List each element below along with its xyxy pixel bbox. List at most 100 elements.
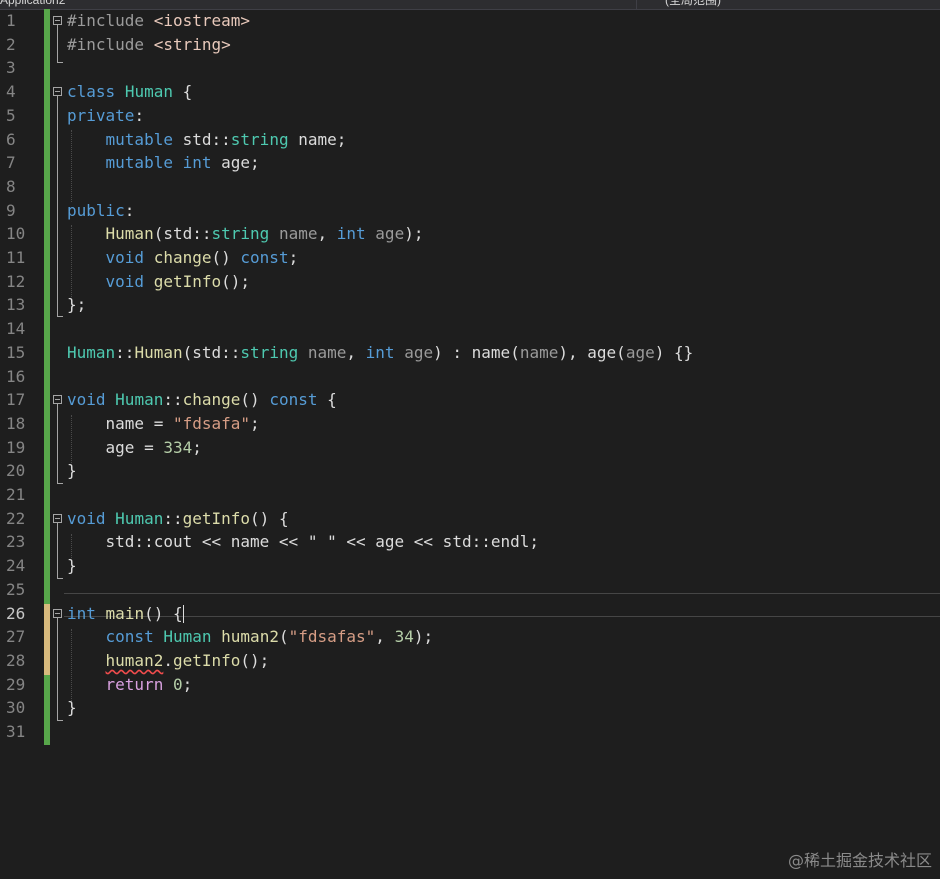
code-line[interactable]: 2 #include <string> xyxy=(0,33,940,57)
code-line[interactable]: 23 std::cout << name << " " << age << st… xyxy=(0,530,940,554)
token: void xyxy=(105,248,145,267)
token: change xyxy=(182,390,241,410)
token: void xyxy=(67,390,106,410)
token: string xyxy=(211,224,270,244)
code-line[interactable]: 24 } xyxy=(0,554,940,578)
line-number: 1 xyxy=(6,11,16,30)
code-line[interactable]: 8 xyxy=(0,175,940,199)
code-line[interactable]: 13 }; xyxy=(0,293,940,317)
code-line[interactable]: 12 void getInfo(); xyxy=(0,270,940,294)
code-line[interactable]: 6 mutable std::string name; xyxy=(0,128,940,152)
token: = xyxy=(144,413,173,433)
token: const xyxy=(105,627,154,647)
code-text: void getInfo(); xyxy=(67,270,251,294)
token: string xyxy=(240,342,299,362)
token: Human xyxy=(134,342,183,362)
token: } xyxy=(67,461,77,481)
token: :: xyxy=(163,390,183,410)
code-line[interactable]: 14 xyxy=(0,317,940,341)
code-line[interactable]: 15 Human::Human(std::string name, int ag… xyxy=(0,341,940,365)
code-line[interactable]: 18 name = "fdsafa"; xyxy=(0,412,940,436)
line-number: 11 xyxy=(6,248,26,267)
code-text: std::cout << name << " " << age << std::… xyxy=(67,530,539,554)
code-line[interactable]: 25 xyxy=(0,578,940,602)
line-number: 31 xyxy=(6,722,26,741)
token: getInfo xyxy=(182,508,251,528)
token: mutable xyxy=(105,153,173,173)
code-line[interactable]: 20 } xyxy=(0,459,940,483)
line-number: 30 xyxy=(6,698,26,718)
line-number: 26 xyxy=(6,603,26,623)
token: ( xyxy=(278,627,289,647)
line-number: 6 xyxy=(6,129,16,149)
code-line[interactable]: 9 public: xyxy=(0,199,940,223)
line-number: 2 xyxy=(6,34,16,54)
code-text: } xyxy=(67,696,77,720)
token: Human xyxy=(115,390,164,410)
code-editor[interactable]: 1 #include <iostream> 2 #include <string… xyxy=(0,9,940,879)
code-line[interactable]: 17 void Human::change() const { xyxy=(0,388,940,412)
token: ( xyxy=(182,342,193,362)
code-line[interactable]: 1 #include <iostream> xyxy=(0,9,940,33)
text-cursor xyxy=(182,605,184,623)
token: std::cout << name << " " << age << std::… xyxy=(105,532,540,552)
line-number: 5 xyxy=(6,105,16,125)
line-number: 13 xyxy=(6,295,26,315)
line-number: 23 xyxy=(6,532,26,552)
token: ) xyxy=(654,342,665,362)
token: name; xyxy=(298,129,347,149)
token: age xyxy=(105,437,135,457)
line-number: 19 xyxy=(6,437,26,457)
token: void xyxy=(105,271,145,291)
code-line[interactable]: 28 human2.getInfo(); xyxy=(0,649,940,673)
file-tab[interactable]: Application2 xyxy=(0,0,65,9)
token: return xyxy=(105,674,164,694)
code-text: void Human::change() const { xyxy=(67,388,337,412)
code-text: const Human human2("fdsafas", 34); xyxy=(67,625,434,649)
line-number: 7 xyxy=(6,153,16,173)
token: std:: xyxy=(163,224,212,244)
token: age; xyxy=(221,153,260,173)
line-number: 12 xyxy=(6,271,26,291)
code-line[interactable]: 27 const Human human2("fdsafas", 34); xyxy=(0,625,940,649)
token: #include xyxy=(67,11,145,30)
line-number: 27 xyxy=(6,627,26,647)
code-line[interactable]: 5 private: xyxy=(0,104,940,128)
code-line[interactable]: 4 class Human { xyxy=(0,80,940,104)
token: = xyxy=(134,437,164,457)
token: ; xyxy=(192,437,202,457)
code-line[interactable]: 16 xyxy=(0,365,940,389)
token: #include xyxy=(67,34,145,54)
code-line[interactable]: 29 return 0; xyxy=(0,673,940,697)
scope-dropdown[interactable]: (全局范围) xyxy=(636,0,940,9)
token: age xyxy=(375,224,405,244)
code-text: age = 334; xyxy=(67,436,202,460)
token: (); xyxy=(240,650,270,670)
error-squiggle-token[interactable]: human2 xyxy=(106,651,164,670)
code-text: name = "fdsafa"; xyxy=(67,412,260,436)
code-line[interactable]: 11 void change() const; xyxy=(0,246,940,270)
code-line[interactable]: 31 xyxy=(0,720,940,744)
token: int xyxy=(67,603,96,623)
watermark: @稀土掘金技术社区 xyxy=(787,851,932,870)
token: ( xyxy=(153,224,164,244)
token: main xyxy=(105,603,145,623)
token: { xyxy=(278,508,289,528)
code-line[interactable]: 30 } xyxy=(0,696,940,720)
code-line[interactable]: 10 Human(std::string name, int age); xyxy=(0,222,940,246)
code-text: } xyxy=(67,554,77,578)
token: age xyxy=(587,342,617,362)
code-line[interactable]: 7 mutable int age; xyxy=(0,151,940,175)
token: ; xyxy=(288,248,299,267)
token: name xyxy=(519,342,559,362)
token: age xyxy=(404,342,434,362)
token: { xyxy=(172,603,183,623)
code-text: public: xyxy=(67,199,134,223)
code-line[interactable]: 21 xyxy=(0,483,940,507)
token: Human xyxy=(67,342,116,362)
code-text: mutable int age; xyxy=(67,151,260,175)
code-line-current[interactable]: 26 int main() { xyxy=(0,602,940,626)
code-line[interactable]: 3 xyxy=(0,56,940,80)
code-line[interactable]: 19 age = 334; xyxy=(0,436,940,460)
code-line[interactable]: 22 void Human::getInfo() { xyxy=(0,507,940,531)
